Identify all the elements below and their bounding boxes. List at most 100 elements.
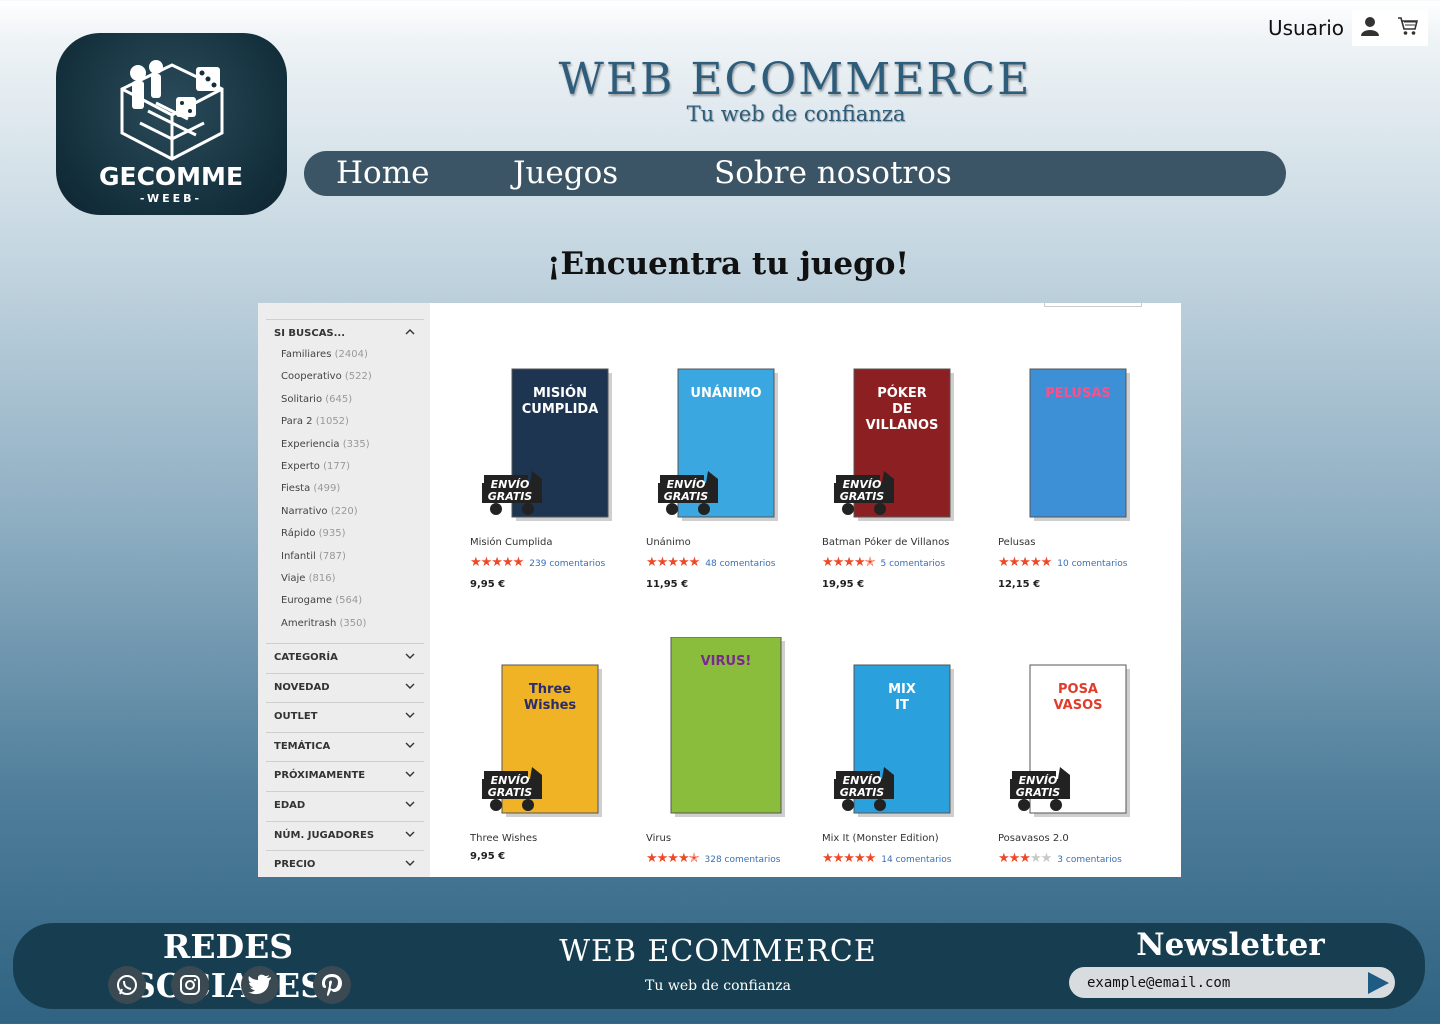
product-name[interactable]: Posavasos 2.0 bbox=[998, 833, 1069, 844]
product-comments-link[interactable]: 3 comentarios bbox=[1057, 855, 1122, 865]
product-image[interactable]: MISIÓNCUMPLIDAENVÍOGRATIS bbox=[470, 341, 630, 521]
filter-section[interactable]: PRECIO bbox=[266, 850, 424, 877]
brand-title: WEB ECOMMERCE bbox=[558, 54, 1032, 105]
main-nav: Home Juegos Sobre nosotros bbox=[304, 151, 1286, 196]
svg-text:GRATIS: GRATIS bbox=[664, 490, 709, 503]
filter-item[interactable]: Eurogame (564) bbox=[281, 595, 362, 606]
filter-item[interactable]: Ameritrash (350) bbox=[281, 618, 366, 629]
product-image[interactable]: UNÁNIMOENVÍOGRATIS bbox=[646, 341, 806, 521]
star-rating-icon: ★★★★★ bbox=[998, 555, 1052, 570]
filter-section[interactable]: PRÓXIMAMENTE bbox=[266, 761, 424, 791]
star-rating-icon: ★★★★✭ bbox=[646, 851, 700, 866]
filter-item-count: (1052) bbox=[315, 416, 349, 428]
chevron-down-icon bbox=[405, 712, 415, 719]
svg-text:PELUSAS: PELUSAS bbox=[1045, 386, 1111, 401]
svg-text:POSA: POSA bbox=[1058, 682, 1098, 697]
product-name[interactable]: Virus bbox=[646, 833, 671, 844]
svg-text:UNÁNIMO: UNÁNIMO bbox=[690, 385, 761, 401]
filter-item-count: (177) bbox=[323, 461, 350, 472]
product-price: 11,95 € bbox=[646, 579, 689, 590]
filter-item[interactable]: Experto (177) bbox=[281, 461, 350, 472]
user-label[interactable]: Usuario bbox=[1268, 16, 1344, 40]
product-rating: ★★★★✭ 328 comentarios bbox=[646, 851, 780, 866]
filter-item-count: (522) bbox=[344, 371, 372, 383]
product-price: 19,95 € bbox=[822, 579, 865, 590]
newsletter-email-input[interactable] bbox=[1069, 967, 1395, 998]
svg-text:MIX: MIX bbox=[888, 682, 916, 697]
svg-text:MISIÓN: MISIÓN bbox=[533, 385, 587, 401]
product-image[interactable]: PELUSAS bbox=[998, 341, 1158, 521]
filter-item[interactable]: Infantil (787) bbox=[281, 551, 346, 562]
nav-sobre-nosotros[interactable]: Sobre nosotros bbox=[714, 155, 952, 191]
product-name[interactable]: Unánimo bbox=[646, 537, 691, 548]
sort-select[interactable] bbox=[1044, 303, 1142, 307]
user-area: Usuario bbox=[1268, 10, 1428, 46]
filter-item-count: (935) bbox=[318, 528, 346, 540]
product-rating: ★★★★✭ 5 comentarios bbox=[822, 555, 945, 570]
filter-section[interactable]: TEMÁTICA bbox=[266, 731, 424, 762]
filter-section[interactable]: NÚM. JUGADORES bbox=[266, 820, 424, 851]
product-comments-link[interactable]: 10 comentarios bbox=[1057, 559, 1127, 569]
filter-item-count: (645) bbox=[325, 393, 353, 405]
filter-item-name: Fiesta bbox=[281, 483, 311, 495]
nav-juegos[interactable]: Juegos bbox=[513, 155, 618, 191]
filter-section[interactable]: CATEGORÍA bbox=[266, 643, 424, 673]
filter-section[interactable]: EDAD bbox=[266, 791, 424, 821]
chevron-up-icon bbox=[405, 329, 415, 335]
catalog-panel: SI BUSCAS... Familiares (2404) Cooperativ… bbox=[258, 303, 1181, 877]
filter-si-buscas[interactable]: SI BUSCAS... bbox=[266, 319, 424, 349]
product-comments-link[interactable]: 48 comentarios bbox=[705, 559, 775, 569]
product-comments-link[interactable]: 328 comentarios bbox=[705, 855, 781, 865]
filter-item-count: (564) bbox=[335, 595, 363, 607]
filter-section[interactable]: OUTLET bbox=[266, 702, 424, 732]
star-rating-icon: ★★★ bbox=[998, 851, 1031, 866]
chevron-down-icon bbox=[405, 742, 415, 748]
filter-section-label: TEMÁTICA bbox=[274, 740, 331, 752]
filter-item[interactable]: Solitario (645) bbox=[281, 394, 352, 405]
filter-item[interactable]: Experiencia (335) bbox=[281, 439, 370, 450]
product-price: 9,95 € bbox=[470, 851, 506, 862]
svg-text:IT: IT bbox=[895, 698, 909, 713]
filter-item[interactable]: Narrativo (220) bbox=[281, 506, 358, 517]
svg-text:Wishes: Wishes bbox=[524, 698, 577, 713]
product-name[interactable]: Three Wishes bbox=[470, 833, 537, 844]
cart-icon[interactable] bbox=[1397, 16, 1419, 40]
filter-item-count: (2404) bbox=[334, 349, 368, 360]
page-heading: ¡Encuentra tu juego! bbox=[546, 246, 910, 282]
filter-item[interactable]: Viaje (816) bbox=[281, 573, 336, 584]
filter-section[interactable]: NOVEDAD bbox=[266, 672, 424, 703]
product-comments-link[interactable]: 5 comentarios bbox=[881, 559, 946, 569]
product-comments-link[interactable]: 239 comentarios bbox=[529, 559, 605, 569]
filter-item[interactable]: Cooperativo (522) bbox=[281, 371, 372, 382]
filter-item[interactable]: Fiesta (499) bbox=[281, 483, 340, 494]
svg-text:GECOMME: GECOMME bbox=[99, 162, 243, 191]
user-icon[interactable] bbox=[1361, 16, 1379, 40]
product-price: 12,15 € bbox=[998, 579, 1041, 590]
product-name[interactable]: Pelusas bbox=[998, 537, 1036, 548]
svg-text:Three: Three bbox=[529, 682, 571, 697]
product-name[interactable]: Batman Póker de Villanos bbox=[822, 537, 949, 548]
filter-section-label: EDAD bbox=[274, 800, 306, 811]
svg-text:GRATIS: GRATIS bbox=[840, 490, 885, 503]
svg-text:GRATIS: GRATIS bbox=[840, 786, 885, 799]
svg-text:-WEEB-: -WEEB- bbox=[140, 192, 202, 205]
product-image[interactable]: PÓKERDEVILLANOSENVÍOGRATIS bbox=[822, 341, 982, 521]
filter-item[interactable]: Familiares (2404) bbox=[281, 349, 368, 360]
product-image[interactable]: POSAVASOSENVÍOGRATIS bbox=[998, 637, 1158, 817]
svg-text:GRATIS: GRATIS bbox=[488, 490, 533, 503]
svg-text:VASOS: VASOS bbox=[1053, 698, 1102, 713]
send-arrow-icon[interactable] bbox=[1365, 970, 1391, 996]
product-image[interactable]: ThreeWishesENVÍOGRATIS bbox=[470, 637, 630, 817]
product-name[interactable]: Mix It (Monster Edition) bbox=[822, 833, 939, 844]
filter-item[interactable]: Para 2 (1052) bbox=[281, 416, 349, 427]
product-image[interactable]: MIXITENVÍOGRATIS bbox=[822, 637, 982, 817]
filter-item[interactable]: Rápido (935) bbox=[281, 528, 346, 539]
nav-home[interactable]: Home bbox=[336, 155, 429, 191]
product-image[interactable]: VIRUS! bbox=[646, 637, 806, 817]
product-name[interactable]: Misión Cumplida bbox=[470, 537, 552, 548]
product-rating: ★★★★★ 10 comentarios bbox=[998, 555, 1128, 570]
filter-section-label: OUTLET bbox=[274, 711, 318, 723]
filter-item-name: Rápido bbox=[281, 528, 316, 540]
svg-text:PÓKER: PÓKER bbox=[877, 385, 927, 401]
product-comments-link[interactable]: 14 comentarios bbox=[881, 855, 951, 865]
